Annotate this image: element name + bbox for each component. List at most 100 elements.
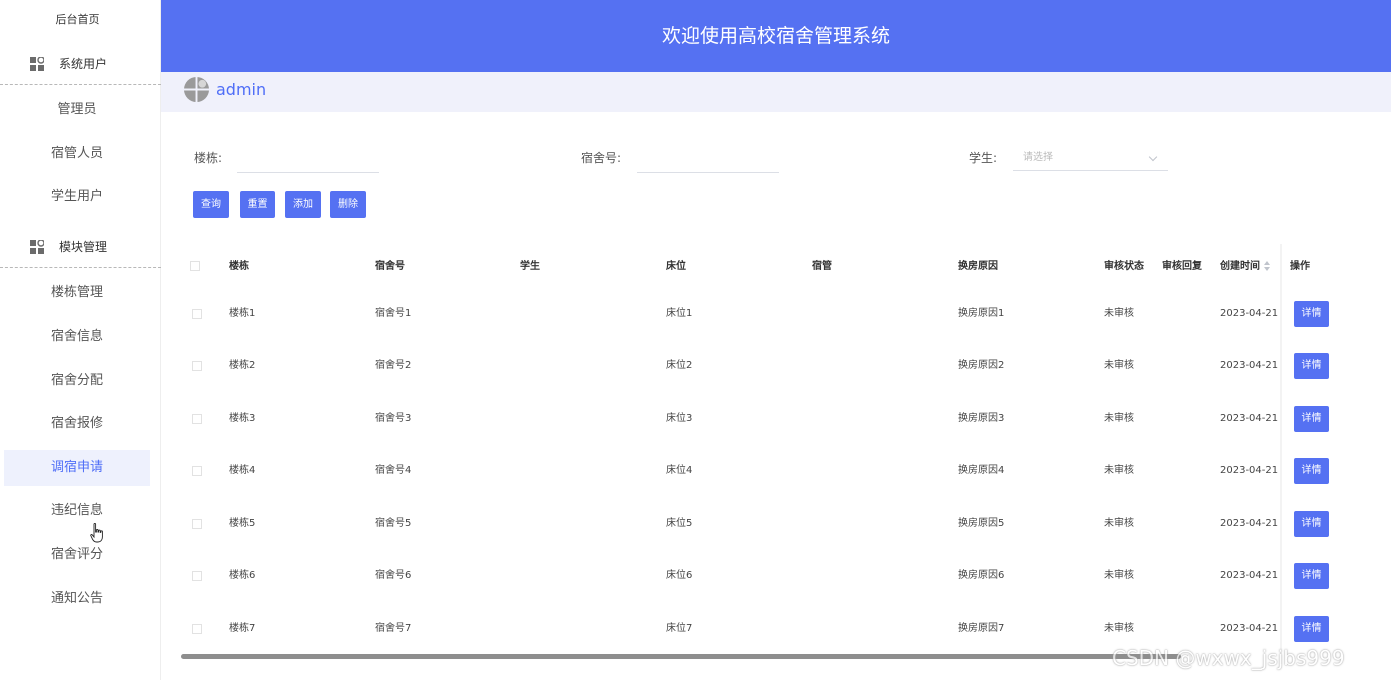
column-header-created[interactable]: 创建时间: [1220, 260, 1270, 274]
cell-reason: 换房原因3: [958, 413, 1005, 424]
cell-room: 宿舍号4: [375, 465, 412, 476]
cell-status: 未审核: [1104, 413, 1134, 424]
cell-created: 2023-04-21 1: [1220, 413, 1282, 424]
hand-cursor-icon: [90, 523, 103, 543]
cell-status: 未审核: [1104, 518, 1134, 529]
query-button[interactable]: 查询: [193, 191, 229, 218]
sidebar-item-student-users[interactable]: 学生用户: [4, 179, 150, 215]
delete-button[interactable]: 删除: [330, 191, 366, 218]
detail-button[interactable]: 详情: [1294, 511, 1329, 537]
sidebar-item-dorm-rating[interactable]: 宿舍评分: [4, 537, 150, 573]
building-input[interactable]: [237, 147, 379, 173]
row-checkbox[interactable]: [192, 519, 202, 529]
cell-bed: 床位6: [666, 570, 693, 581]
cell-reason: 换房原因6: [958, 570, 1005, 581]
sidebar-item-admin[interactable]: 管理员: [4, 92, 150, 128]
sidebar-item-buildings[interactable]: 楼栋管理: [4, 275, 150, 311]
student-select[interactable]: 请选择: [1013, 145, 1168, 171]
sidebar-group-module-management[interactable]: 模块管理: [0, 226, 161, 268]
cell-room: 宿舍号7: [375, 623, 412, 634]
detail-button[interactable]: 详情: [1294, 458, 1329, 484]
select-all-checkbox[interactable]: [190, 261, 200, 271]
cell-status: 未审核: [1104, 570, 1134, 581]
student-filter-label: 学生:: [969, 151, 998, 165]
cell-status: 未审核: [1104, 465, 1134, 476]
column-header-building: 楼栋: [229, 261, 249, 272]
detail-button[interactable]: 详情: [1294, 563, 1329, 589]
cell-building: 楼栋7: [229, 623, 256, 634]
cell-room: 宿舍号2: [375, 360, 412, 371]
detail-button[interactable]: 详情: [1294, 301, 1329, 327]
cell-bed: 床位2: [666, 360, 693, 371]
cell-room: 宿舍号1: [375, 308, 412, 319]
sidebar-item-dorm-staff[interactable]: 宿管人员: [4, 136, 150, 172]
room-filter-label: 宿舍号:: [581, 151, 622, 165]
row-checkbox[interactable]: [192, 624, 202, 634]
cell-building: 楼栋6: [229, 570, 256, 581]
cell-bed: 床位4: [666, 465, 693, 476]
avatar[interactable]: [183, 76, 210, 103]
row-checkbox[interactable]: [192, 571, 202, 581]
cell-reason: 换房原因5: [958, 518, 1005, 529]
sidebar-item-dorm-info[interactable]: 宿舍信息: [4, 319, 150, 355]
detail-button[interactable]: 详情: [1294, 406, 1329, 432]
sort-icon[interactable]: [1264, 261, 1270, 271]
student-select-placeholder: 请选择: [1023, 152, 1053, 163]
row-checkbox[interactable]: [192, 309, 202, 319]
column-header-reason: 换房原因: [958, 261, 998, 272]
cell-building: 楼栋3: [229, 413, 256, 424]
page-header: 欢迎使用高校宿舍管理系统: [161, 0, 1391, 72]
column-header-bed: 床位: [666, 261, 686, 272]
cell-building: 楼栋2: [229, 360, 256, 371]
cell-status: 未审核: [1104, 360, 1134, 371]
detail-button[interactable]: 详情: [1294, 616, 1329, 642]
cell-building: 楼栋4: [229, 465, 256, 476]
grid-icon: [30, 57, 44, 71]
sidebar-group-system-users[interactable]: 系统用户: [0, 43, 161, 85]
cell-room: 宿舍号3: [375, 413, 412, 424]
column-header-student: 学生: [520, 261, 540, 272]
cell-reason: 换房原因1: [958, 308, 1005, 319]
username: admin: [216, 80, 267, 99]
cell-bed: 床位7: [666, 623, 693, 634]
cell-status: 未审核: [1104, 623, 1134, 634]
column-header-reply: 审核回复: [1162, 261, 1202, 272]
sidebar: 后台首页 系统用户 管理员 宿管人员 学生用户 模块管理 楼栋管理 宿舍信息 宿…: [0, 0, 161, 680]
cell-status: 未审核: [1104, 308, 1134, 319]
main-panel: 楼栋: 宿舍号: 学生: 请选择 查询 重置 添加 删除 楼栋 宿舍号 学生 床…: [167, 118, 1391, 680]
reset-button[interactable]: 重置: [240, 191, 275, 218]
room-input[interactable]: [637, 147, 779, 173]
watermark: CSDN @wxwx_jsjbs999: [1112, 646, 1345, 670]
cell-reason: 换房原因7: [958, 623, 1005, 634]
column-header-room: 宿舍号: [375, 261, 405, 272]
sidebar-item-room-change[interactable]: 调宿申请: [4, 450, 150, 486]
sidebar-home[interactable]: 后台首页: [0, 8, 155, 32]
sidebar-group-label: 模块管理: [59, 240, 108, 254]
sidebar-item-dorm-allocation[interactable]: 宿舍分配: [4, 363, 150, 399]
row-checkbox[interactable]: [192, 414, 202, 424]
cell-room: 宿舍号5: [375, 518, 412, 529]
add-button[interactable]: 添加: [285, 191, 321, 218]
cell-reason: 换房原因2: [958, 360, 1005, 371]
cell-bed: 床位5: [666, 518, 693, 529]
building-filter-label: 楼栋:: [194, 151, 223, 165]
column-header-status: 审核状态: [1104, 261, 1144, 272]
column-header-action: 操作: [1290, 261, 1310, 272]
sidebar-item-notices[interactable]: 通知公告: [4, 581, 150, 617]
chevron-down-icon: [1148, 152, 1158, 162]
column-header-created-label: 创建时间: [1220, 261, 1260, 272]
cell-created: 2023-04-21 1: [1220, 570, 1282, 581]
row-checkbox[interactable]: [192, 466, 202, 476]
cell-created: 2023-04-21 1: [1220, 518, 1282, 529]
detail-button[interactable]: 详情: [1294, 353, 1329, 379]
cell-created: 2023-04-21 1: [1220, 623, 1282, 634]
cell-building: 楼栋1: [229, 308, 256, 319]
row-checkbox[interactable]: [192, 361, 202, 371]
cell-created: 2023-04-21 1: [1220, 360, 1282, 371]
sidebar-item-discipline[interactable]: 违纪信息: [4, 493, 150, 529]
user-bar: admin: [161, 72, 1391, 112]
cell-created: 2023-04-21 1: [1220, 308, 1282, 319]
sidebar-group-label: 系统用户: [59, 57, 108, 71]
sidebar-item-dorm-repair[interactable]: 宿舍报修: [4, 406, 150, 442]
horizontal-scrollbar[interactable]: [181, 654, 1181, 659]
